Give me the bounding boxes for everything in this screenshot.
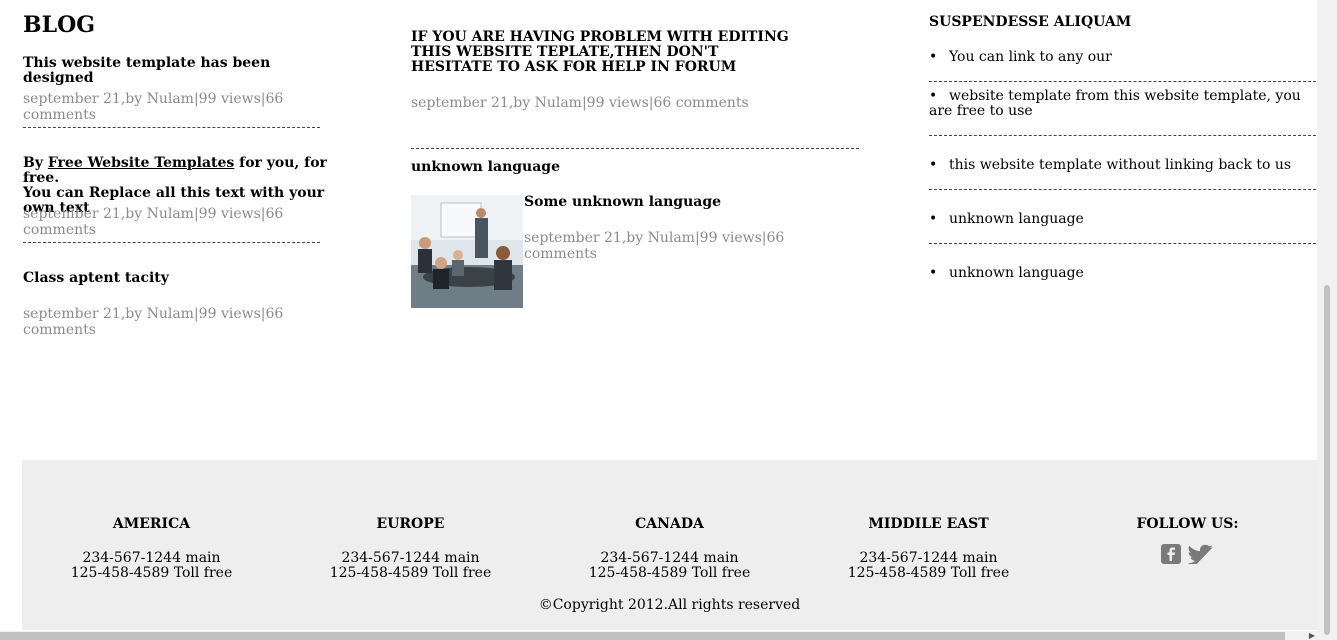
blog-title: BLOG	[23, 12, 96, 38]
divider	[411, 148, 859, 149]
sidebar-item-label: this website template without linking ba…	[949, 157, 1292, 173]
facebook-icon[interactable]	[1161, 544, 1181, 564]
post-meta: september 21,by Nulam|99 views|66 commen…	[524, 230, 785, 262]
phone-main: 234-567-1244 main	[600, 550, 739, 566]
region-name: MIDDILE EAST	[868, 516, 989, 532]
vertical-scrollbar-thumb[interactable]	[1324, 285, 1330, 635]
phone-main: 234-567-1244 main	[82, 550, 221, 566]
post-title[interactable]: Class aptent tacity	[23, 271, 169, 286]
section-title: unknown language	[411, 159, 560, 175]
post-meta: september 21,by Nulam|99 views|66 commen…	[23, 206, 284, 238]
phone-toll-free: 125-458-4589 Toll free	[847, 565, 1010, 581]
sidebar-item-label: unknown language	[949, 211, 1084, 227]
horizontal-scrollbar-thumb[interactable]	[0, 632, 1285, 640]
bullet-icon: •	[929, 157, 938, 173]
bullet-icon: •	[929, 49, 938, 65]
divider	[23, 127, 320, 128]
featured-headline[interactable]: IF YOU ARE HAVING PROBLEM WITH EDITING T…	[411, 30, 791, 75]
social-links	[1161, 544, 1214, 564]
divider	[929, 243, 1321, 244]
vertical-scrollbar[interactable]	[1317, 0, 1337, 640]
sidebar-item-label: You can link to any our	[949, 49, 1112, 65]
phone-main: 234-567-1244 main	[341, 550, 480, 566]
sidebar-item-label: unknown language	[949, 265, 1084, 281]
region-name: EUROPE	[376, 516, 445, 532]
sidebar-list-item[interactable]: • You can link to any our	[929, 50, 1315, 65]
free-website-templates-link[interactable]: Free Website Templates	[48, 155, 234, 171]
sidebar-item-label: website template from this website templ…	[929, 88, 1301, 119]
post-title-prefix: By	[23, 155, 48, 171]
divider	[929, 135, 1321, 136]
footer-region-canada: CANADA 234-567-1244 main 125-458-4589 To…	[540, 516, 799, 581]
footer-region-europe: EUROPE 234-567-1244 main 125-458-4589 To…	[281, 516, 540, 581]
phone-toll-free: 125-458-4589 Toll free	[588, 565, 751, 581]
meeting-photo[interactable]	[411, 195, 523, 308]
footer: AMERICA 234-567-1244 main 125-458-4589 T…	[22, 460, 1317, 630]
region-name: CANADA	[635, 516, 704, 532]
sidebar-list-item[interactable]: • website template from this website temp…	[929, 89, 1315, 119]
horizontal-scrollbar[interactable]: ▶	[0, 631, 1317, 640]
footer-region-middle-east: MIDDILE EAST 234-567-1244 main 125-458-4…	[799, 516, 1058, 581]
follow-title: FOLLOW US:	[1136, 516, 1239, 532]
blog-column: BLOG This website template has been desi…	[23, 0, 343, 338]
featured-meta: september 21,by Nulam|99 views|66 commen…	[411, 95, 749, 111]
sidebar-list-item[interactable]: • unknown language	[929, 212, 1315, 227]
sidebar-list-item[interactable]: • this website template without linking b…	[929, 158, 1315, 173]
phone-toll-free: 125-458-4589 Toll free	[70, 565, 233, 581]
post-meta: september 21,by Nulam|99 views|66 commen…	[23, 91, 284, 123]
phone-toll-free: 125-458-4589 Toll free	[329, 565, 492, 581]
post-title[interactable]: Some unknown language	[524, 195, 721, 210]
bullet-icon: •	[929, 211, 938, 227]
scroll-right-arrow-icon[interactable]: ▶	[1309, 631, 1315, 640]
phone-main: 234-567-1244 main	[859, 550, 998, 566]
copyright: ©Copyright 2012.All rights reserved	[538, 597, 801, 613]
bullet-icon: •	[929, 88, 938, 104]
post-meta: september 21,by Nulam|99 views|66 commen…	[23, 306, 284, 338]
sidebar-list-item[interactable]: • unknown language	[929, 266, 1315, 281]
footer-region-america: AMERICA 234-567-1244 main 125-458-4589 T…	[22, 516, 281, 581]
sidebar-title: SUSPENDESSE ALIQUAM	[929, 14, 1132, 30]
divider	[23, 242, 320, 243]
region-name: AMERICA	[112, 516, 191, 532]
footer-follow-us: FOLLOW US:	[1058, 516, 1317, 568]
post-title[interactable]: This website template has been designed	[23, 56, 343, 86]
divider	[929, 189, 1321, 190]
bullet-icon: •	[929, 265, 938, 281]
divider	[929, 81, 1321, 82]
twitter-icon[interactable]	[1186, 544, 1214, 564]
